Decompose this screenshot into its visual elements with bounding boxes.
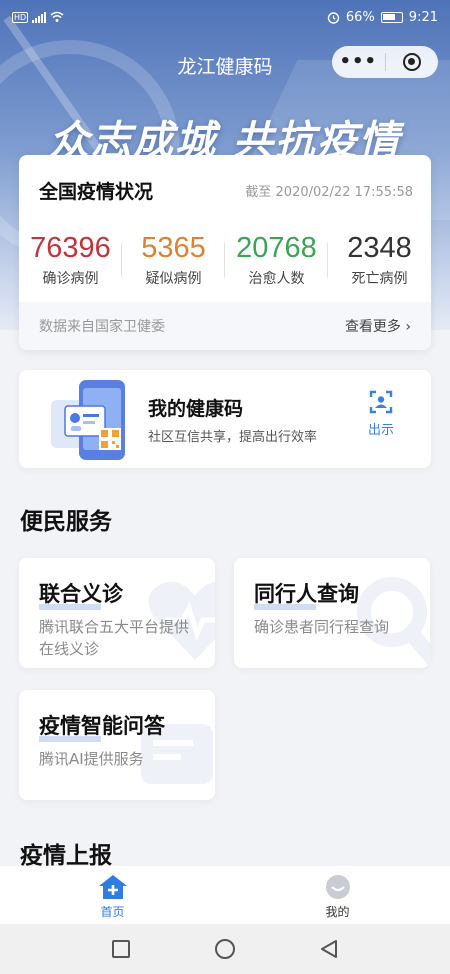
stats-row: 76396 确诊病例 5365 疑似病例 20768 治愈人数 2348 死亡病… [19, 231, 431, 288]
battery-icon [380, 11, 403, 23]
recents-square-icon[interactable] [111, 939, 131, 959]
stat-label: 确诊病例 [42, 271, 99, 287]
status-bar: HD 66% 9:21 [0, 0, 450, 34]
service-desc-line: 腾讯AI提供服务 [39, 750, 144, 768]
tab-label: 我的 [325, 905, 350, 919]
more-menu-button[interactable]: ••• [332, 46, 385, 78]
show-code-label: 出示 [367, 423, 394, 438]
stat-suspected: 5365 疑似病例 [122, 231, 225, 288]
service-desc-line: 在线义诊 [39, 640, 100, 658]
wifi-icon [50, 11, 64, 22]
service-desc-line: 腾讯联合五大平台提供 [39, 618, 190, 636]
service-desc: 腾讯AI提供服务 [39, 748, 144, 770]
view-more-link[interactable]: 查看更多 › [345, 316, 411, 336]
clock: 9:21 [408, 9, 438, 25]
show-code-button[interactable]: 出示 [361, 390, 401, 438]
miniprogram-capsule: ••• [332, 46, 438, 78]
battery-percent: 66% [345, 9, 375, 25]
profile-icon [325, 875, 350, 899]
tab-home[interactable]: 首页 [0, 866, 225, 924]
phone-qr-illustration [51, 380, 125, 460]
stat-value: 2348 [347, 232, 412, 264]
stat-value: 76396 [30, 232, 111, 264]
service-card-free-clinic[interactable]: 联合义诊 腾讯联合五大平台提供 在线义诊 [19, 558, 215, 668]
service-card-ai-qa[interactable]: 疫情智能问答 腾讯AI提供服务 [19, 690, 215, 800]
epidemic-title: 全国疫情状况 [39, 181, 154, 203]
hd-icon: HD [12, 11, 29, 23]
home-circle-icon[interactable] [214, 938, 236, 960]
service-desc: 确诊患者同行程查询 [254, 616, 389, 638]
stat-label: 治愈人数 [248, 271, 305, 287]
stat-confirmed: 76396 确诊病例 [19, 231, 122, 288]
stat-deaths: 2348 死亡病例 [328, 231, 431, 288]
tab-label: 首页 [100, 905, 125, 919]
service-title: 同行人查询 [254, 578, 359, 610]
close-target-icon [402, 53, 421, 71]
health-code-title: 我的健康码 [148, 398, 244, 420]
close-miniprogram-button[interactable] [385, 53, 438, 71]
service-desc: 腾讯联合五大平台提供 在线义诊 [39, 616, 189, 660]
data-source: 数据来自国家卫健委 [39, 319, 165, 335]
stat-value: 5365 [141, 232, 206, 264]
bottom-tab-bar: 首页 我的 [0, 866, 450, 924]
service-card-companion-lookup[interactable]: 同行人查询 确诊患者同行程查询 [234, 558, 430, 668]
signal-icon [32, 11, 47, 23]
service-title: 联合义诊 [39, 578, 123, 610]
tab-mine[interactable]: 我的 [225, 866, 450, 924]
stats-footer: 数据来自国家卫健委 查看更多 › [19, 302, 431, 350]
alarm-icon [327, 11, 340, 24]
back-triangle-icon[interactable] [319, 939, 339, 959]
health-code-card[interactable]: 我的健康码 社区互信共享，提高出行效率 出示 [19, 370, 431, 468]
system-nav-bar [0, 924, 450, 974]
title-bar: 龙江健康码 ••• [0, 46, 450, 82]
home-icon [98, 875, 127, 899]
service-desc-line: 确诊患者同行程查询 [254, 618, 390, 636]
health-code-subtitle: 社区互信共享，提高出行效率 [148, 430, 318, 445]
epidemic-status-card: 全国疫情状况 截至 2020/02/22 17:55:58 76396 确诊病例… [19, 155, 431, 350]
stat-cured: 20768 治愈人数 [225, 231, 328, 288]
stat-label: 死亡病例 [351, 271, 408, 287]
report-section-title: 疫情上报 [20, 843, 112, 869]
epidemic-timestamp: 截至 2020/02/22 17:55:58 [245, 185, 413, 200]
service-title: 疫情智能问答 [39, 710, 165, 742]
stat-value: 20768 [236, 232, 317, 264]
stat-label: 疑似病例 [145, 271, 202, 287]
services-section-title: 便民服务 [20, 509, 112, 535]
face-scan-icon [369, 390, 393, 414]
